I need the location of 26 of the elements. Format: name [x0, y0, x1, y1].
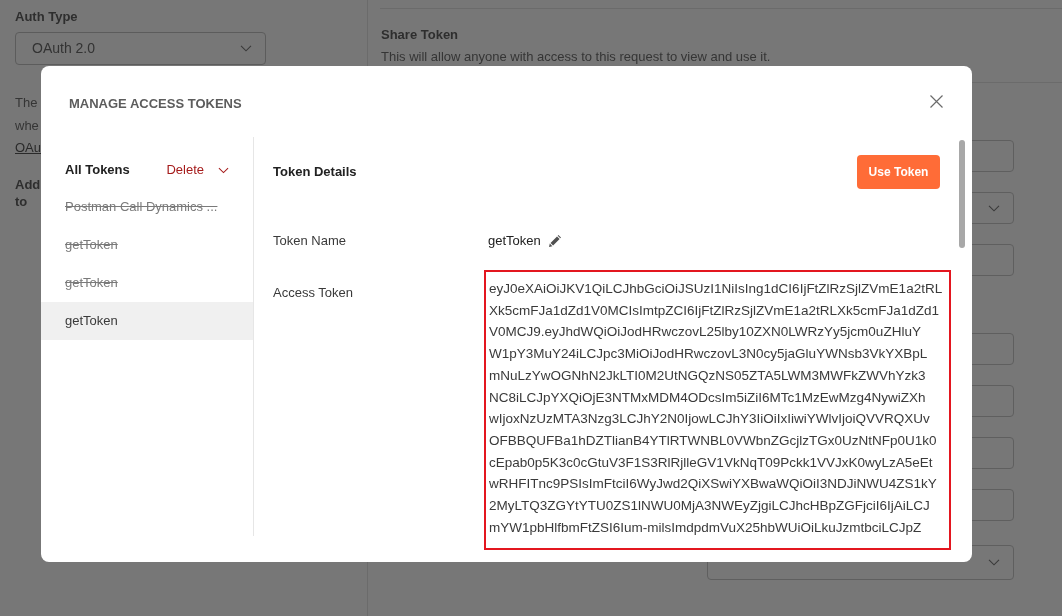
auth-type-label: Auth Type [15, 9, 78, 25]
chevron-down-icon [240, 45, 252, 52]
scrollbar-thumb[interactable] [959, 140, 965, 248]
help-link[interactable]: OAu [15, 137, 41, 160]
section-heading: Add [15, 175, 41, 193]
chevron-down-icon [988, 559, 1000, 566]
field-label: Access Token [273, 285, 353, 300]
delete-dropdown-button[interactable]: Delete [166, 160, 229, 180]
pencil-icon[interactable] [548, 235, 561, 247]
close-icon[interactable] [930, 95, 943, 108]
auth-type-select[interactable]: OAuth 2.0 [15, 32, 266, 65]
list-header: All Tokens [65, 161, 130, 180]
use-token-button[interactable]: Use Token [857, 155, 940, 189]
token-name-value: getToken [488, 233, 541, 249]
section-heading: to [15, 192, 28, 210]
share-token-title: Share Token [381, 27, 459, 43]
description-text: whe [15, 116, 39, 135]
details-title: Token Details [273, 163, 357, 182]
share-token-description: This will allow anyone with access to this request to view and use it. [381, 48, 771, 66]
chevron-down-icon [988, 204, 1000, 212]
chevron-down-icon [218, 166, 229, 174]
dialog-title: MANAGE ACCESS TOKENS [69, 96, 242, 112]
description-text: The [15, 94, 38, 112]
token-list-item[interactable]: getToken [41, 302, 253, 340]
field-label: Token Name [273, 233, 346, 248]
access-token-value: eyJ0eXAiOiJKV1QiLCJhbGciOiJSUzI1NiIsIng1dCI6IjFtZlRzSjlZVmE1a2tRL Xk5cmFJa1dZd1V0MCIsImtpZCI6IjFtZlRzSjlZVmE1a2tRLXk5cmFJa1dZd1 V0MCJ9.eyJhdWQiOiJodHRwczovL25lby10ZXN0LWRzYy5jcm0uZHluY W1pY3MuY24iLCJpc3MiOiJodHRwczovL3N0cy5jaGluYWNsb3VkYXBpL mNuLzYwOGNhN2JkLTI0M2UtNGQzNS05ZTA5LWM3MWFkZWVhYzk3 NC8iLCJpYXQiOjE3NTMxMDM4ODcsIm5iZiI6MTc1MzEwMzg4NywiZXh wIjoxNzUzMTA3Nzg3LCJhY2N0IjowLCJhY3IiOiIxIiwiYWlvIjoiQVVRQXUv OFBBQUFBa1hDZTlianB4YTlRTWNBL0VWbnZGcjlzTGx0UzNtNFp0U1k0 cEpab0p5K3c0cGtuV3F1S3RlRjlleGV1VkNqT09Pckk1VVJxK0wyLzA5eEt wRHFITnc9PSIsImFtciI6WyJwd2QiXSwiYXBwaWQiOiI3NDJiNWU4ZS1kY 2MyLTQ3ZGYtYTU0ZS1lNWU0MjA3NWEyZjgiLCJhcHBpZGFjciI6IjAiLCJ mYW1pbHlfbmFtZSI6Ium-milsImdpdmVuX25hbWUiOiLkuJzmtbciLCJpZ [484, 270, 951, 550]
